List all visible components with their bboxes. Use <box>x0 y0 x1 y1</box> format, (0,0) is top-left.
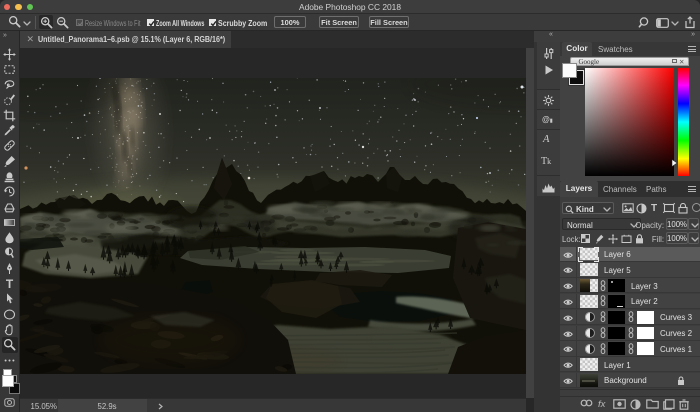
svg-text:T: T <box>6 277 14 290</box>
